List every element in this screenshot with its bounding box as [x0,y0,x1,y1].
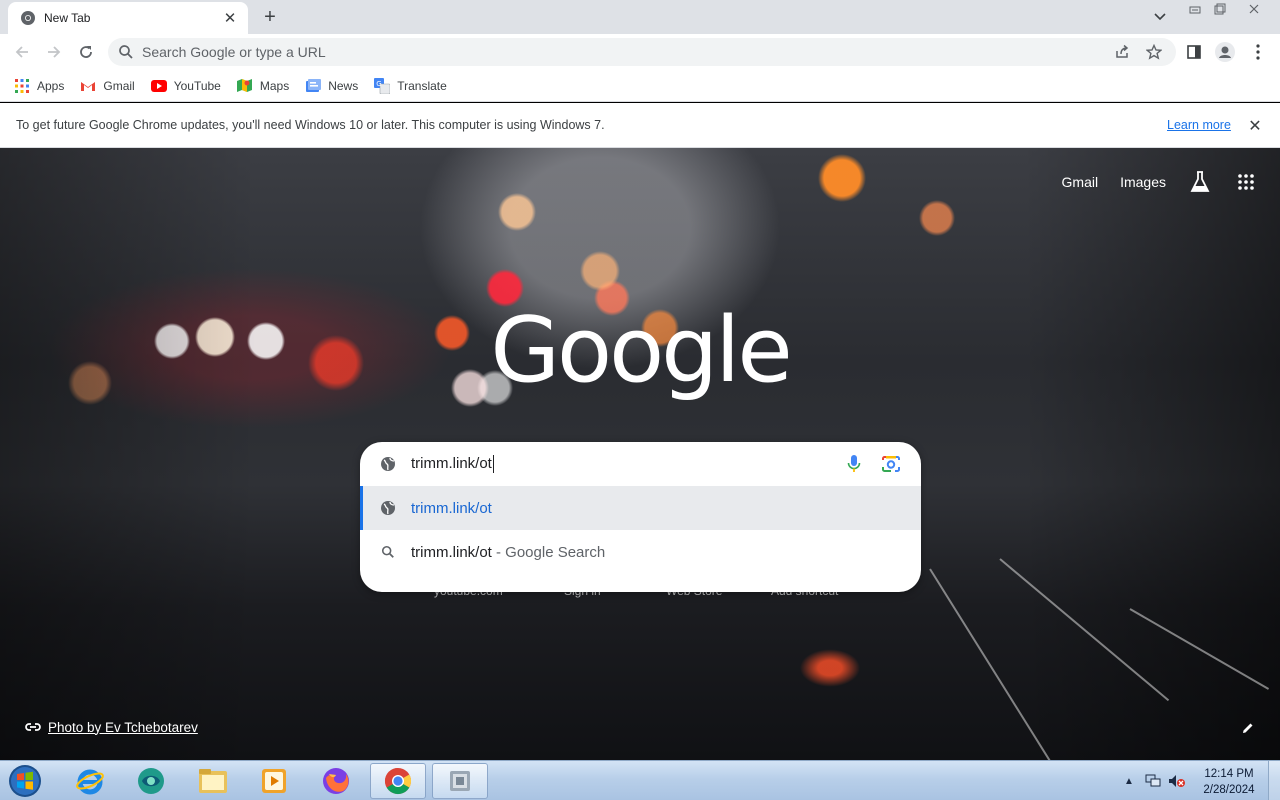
youtube-icon [150,78,167,94]
chrome-menu-icon[interactable] [1246,40,1270,64]
search-icon [118,44,134,60]
bookmark-gmail[interactable]: Gmail [80,78,135,94]
close-icon[interactable]: ✕ [1246,117,1264,135]
taskbar-clock[interactable]: 12:14 PM 2/28/2024 [1196,766,1262,798]
autocomplete-suggestion-url[interactable]: trimm.link/ot [360,486,921,530]
globe-icon [379,455,397,473]
bookmark-label: Apps [37,78,65,93]
tab-close-icon[interactable]: ✕ [222,10,238,27]
maps-icon [237,78,253,94]
restore-button[interactable] [1209,1,1231,17]
reload-button[interactable] [74,40,98,64]
bookmark-star-icon[interactable] [1143,41,1165,63]
update-infobar: To get future Google Chrome updates, you… [0,103,1280,148]
profile-avatar[interactable] [1213,40,1237,64]
search-input-value[interactable]: trimm.link/ot [411,455,494,474]
google-logo: Google [490,298,792,403]
clock-time: 12:14 PM [1204,768,1254,780]
news-icon [305,78,321,94]
bookmark-apps[interactable]: Apps [14,78,64,94]
forward-button[interactable] [42,40,66,64]
text-caret [492,455,494,474]
minimize-button[interactable] [1184,1,1206,17]
bookmark-youtube[interactable]: YouTube [150,78,221,94]
windows-start-button[interactable] [4,762,46,800]
bookmark-label: Gmail [103,78,135,93]
globe-icon [379,499,397,517]
voice-search-mic-icon[interactable] [844,453,864,475]
show-desktop-button[interactable] [1268,761,1280,800]
address-bar[interactable]: Search Google or type a URL [108,38,1176,66]
customize-pencil-icon[interactable] [1238,718,1258,738]
show-hidden-icons-arrow-icon[interactable]: ▲ [1120,772,1138,790]
photo-credit-text: Photo by Ev Tchebotarev [48,719,198,735]
share-icon[interactable] [1111,41,1133,63]
taskbar-generic-app[interactable] [432,763,488,799]
bookmark-label: YouTube [173,78,221,93]
close-window-button[interactable] [1243,1,1265,17]
back-button[interactable] [10,40,34,64]
new-tab-button[interactable]: + [258,6,282,28]
ntp-search-box: trimm.link/ot trimm.link/ot trimm.link/o… [360,442,921,592]
bookmark-label: News [328,78,359,93]
search-input[interactable]: trimm.link/ot [360,442,921,486]
tab-strip: New Tab ✕ + [0,0,1280,34]
autocomplete-suggestion-search[interactable]: trimm.link/ot - Google Search [360,530,921,574]
infobar-message: To get future Google Chrome updates, you… [16,118,605,132]
chrome-favicon-icon [20,10,36,26]
clock-date: 2/28/2024 [1203,784,1255,796]
tab-new-tab[interactable]: New Tab ✕ [8,2,248,34]
taskbar-internet-explorer[interactable] [62,763,118,799]
network-icon[interactable] [1144,772,1162,790]
bookmark-translate[interactable]: G Translate [374,77,447,94]
svg-text:G: G [377,80,382,88]
google-apps-icon[interactable] [1234,170,1258,194]
learn-more-link[interactable]: Learn more [1167,118,1231,132]
bookmark-news[interactable]: News [305,78,358,94]
gmail-link[interactable]: Gmail [1062,174,1099,190]
translate-icon: G [374,77,391,94]
suggestion-text: trimm.link/ot [411,499,492,517]
taskbar-file-explorer[interactable] [185,763,241,799]
gmail-icon [80,78,96,94]
taskbar-firefox[interactable] [308,763,364,799]
taskbar-media-player[interactable] [246,763,302,799]
bookmark-label: Maps [259,78,290,93]
google-lens-camera-icon[interactable] [880,453,902,475]
taskbar-unknown-app[interactable] [123,763,179,799]
address-bar-placeholder: Search Google or type a URL [142,44,326,60]
search-icon [379,543,397,561]
volume-muted-icon[interactable] [1168,772,1186,790]
link-icon [24,718,42,736]
bookmarks-bar: Apps Gmail YouTube Maps News G Translate [0,70,1280,102]
browser-toolbar: Search Google or type a URL [0,34,1280,70]
bookmark-label: Translate [397,78,447,93]
suggestion-text: trimm.link/ot - Google Search [411,543,606,561]
tab-search-chevron-icon[interactable] [1150,8,1170,26]
images-link[interactable]: Images [1120,174,1166,190]
side-panel-button[interactable] [1182,40,1206,64]
apps-grid-icon [14,78,30,94]
photo-credit-link[interactable]: Photo by Ev Tchebotarev [24,718,198,736]
windows-taskbar: ▲ 12:14 PM 2/28/2024 [0,760,1280,800]
labs-flask-icon[interactable] [1188,170,1212,194]
taskbar-chrome[interactable] [370,763,426,799]
tab-title: New Tab [44,11,91,25]
bookmark-maps[interactable]: Maps [237,78,289,94]
system-tray: ▲ [1120,761,1192,800]
ntp-top-links: Gmail Images [1040,170,1258,194]
